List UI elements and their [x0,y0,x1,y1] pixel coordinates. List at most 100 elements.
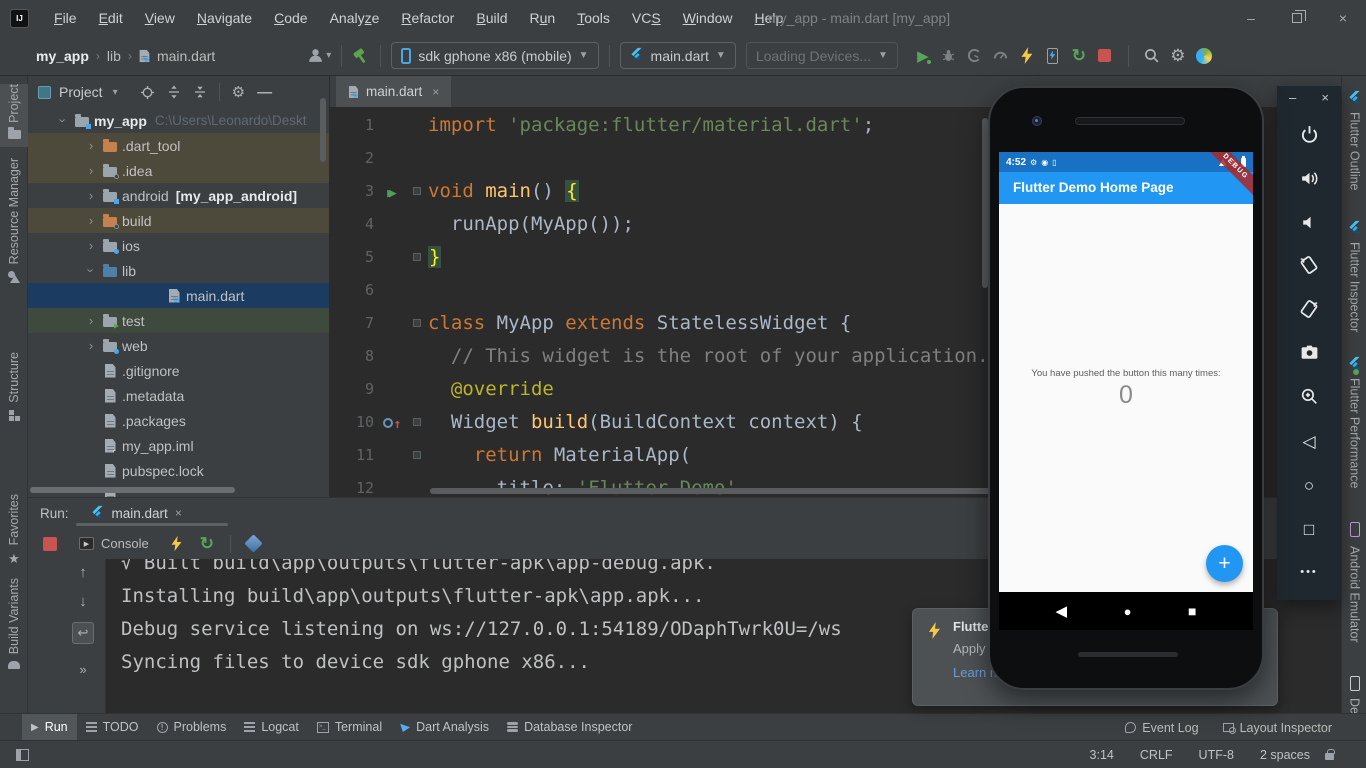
chevron-down-icon[interactable]: ▾ [113,87,118,98]
menu-view[interactable]: View [134,0,186,36]
menu-vcs[interactable]: VCS [621,0,672,36]
emulator-more-button[interactable]: ••• [1277,566,1341,578]
tree-item-web[interactable]: ›web [28,333,329,358]
home-icon[interactable]: ● [1124,604,1132,619]
stop-icon[interactable] [43,537,57,551]
fold-marker-icon[interactable] [413,451,421,459]
breadcrumb-file[interactable]: main.dart [157,48,215,64]
stripe-tab-flutter-outline[interactable]: Flutter Outline [1342,112,1366,191]
restore-button[interactable] [1274,0,1320,36]
toolwindow-tab-problems[interactable]: !Problems [148,714,236,741]
flutter-hot-reload-button[interactable] [1014,43,1040,69]
close-icon[interactable]: × [432,85,439,99]
overview-icon[interactable]: ■ [1188,603,1196,619]
stop-button[interactable] [1092,43,1118,69]
expand-arrow-icon[interactable]: › [82,163,100,178]
layout-inspector[interactable]: Layout Inspector [1223,721,1332,735]
expand-arrow-icon[interactable]: › [56,112,71,130]
status-item-encoding[interactable]: UTF-8 [1199,748,1234,762]
menu-build[interactable]: Build [465,0,518,36]
console-tab[interactable]: ▶ Console [79,536,149,551]
fold-marker-icon[interactable] [413,187,421,195]
toolwindow-toggle-icon[interactable] [16,749,29,761]
fold-marker-icon[interactable] [413,253,421,261]
phone-screen[interactable]: 4:52 ⚙ ◉ ▯ Flutter Demo Home Page DEBUG … [999,152,1253,630]
emulator-volume-down-button[interactable] [1277,212,1341,236]
tree-item-.dart_tool[interactable]: ›.dart_tool [28,133,329,158]
toolwindow-tab-todo[interactable]: TODO [77,714,148,741]
tree-item-ios[interactable]: ›ios [28,233,329,258]
settings-button[interactable]: ⚙ [1165,43,1191,69]
expand-icons[interactable]: » [79,662,86,677]
scroll-down-icon[interactable]: ↓ [79,593,87,610]
menu-window[interactable]: Window [672,0,744,36]
emulator-power-button[interactable] [1277,124,1341,148]
rerun-button[interactable]: ↻ [1066,43,1092,69]
tree-item-.idea[interactable]: ›.idea [28,158,329,183]
toolwindow-tab-dart-analysis[interactable]: Dart Analysis [391,714,498,741]
flutter-devtools-button[interactable] [1191,43,1217,69]
stripe-tab-android-emulator[interactable]: Android Emulator [1342,546,1366,643]
emulator-home-button[interactable]: ○ [1277,476,1341,496]
expand-arrow-icon[interactable]: › [82,213,100,228]
hide-panel-icon[interactable]: — [257,84,272,101]
soft-wrap-icon[interactable]: ↩ [72,622,94,644]
hot-restart-icon[interactable]: ↻ [200,534,214,554]
tree-item-my_app.iml[interactable]: my_app.iml [28,433,329,458]
run-button[interactable]: ▶ [910,43,936,69]
tree-item-main.dart[interactable]: main.dart [28,283,329,308]
stripe-tab-flutter-inspector[interactable]: Flutter Inspector [1342,242,1366,332]
emulator-volume-up-button[interactable] [1277,168,1341,192]
run-config-selector[interactable]: main.dart ▼ [620,42,736,69]
close-icon[interactable]: × [175,506,182,520]
expand-arrow-icon[interactable]: › [82,313,100,328]
stripe-tab-de[interactable]: De [1342,698,1366,714]
vcs-user-widget[interactable]: ▾ [307,47,331,64]
stripe-tab-favorites[interactable]: Favorites★ [0,494,28,567]
scroll-up-icon[interactable]: ↑ [79,564,87,581]
open-devtools-icon[interactable] [244,534,262,552]
tree-item-test[interactable]: ›test [28,308,329,333]
select-opened-file-icon[interactable] [140,85,155,100]
tree-item-build[interactable]: ›build [28,208,329,233]
debug-button[interactable] [936,43,962,69]
menu-refactor[interactable]: Refactor [390,0,465,36]
menu-run[interactable]: Run [519,0,567,36]
close-button[interactable]: × [1320,0,1366,36]
breadcrumb-project[interactable]: my_app [36,48,89,64]
override-gutter-icon[interactable]: ↑ [383,411,402,433]
fold-marker-icon[interactable] [413,319,421,327]
emulator-zoom-button[interactable] [1277,386,1341,410]
project-horizontal-scrollbar[interactable] [30,487,235,493]
breadcrumb-lib[interactable]: lib [107,48,121,64]
tree-item-lib[interactable]: ›lib [28,258,329,283]
menu-edit[interactable]: Edit [88,0,134,36]
expand-arrow-icon[interactable]: › [82,238,100,253]
tree-item-android[interactable]: ›android[my_app_android] [28,183,329,208]
stripe-tab-project[interactable]: Project [0,84,28,147]
hot-reload-icon[interactable] [171,536,181,551]
emulator-overview-button[interactable]: □ [1277,520,1341,540]
project-vertical-scrollbar[interactable] [320,98,326,162]
expand-all-icon[interactable] [167,85,181,99]
run-tab-main-dart[interactable]: main.dart × [91,505,182,522]
expand-arrow-icon[interactable]: › [82,188,100,203]
collapse-all-icon[interactable] [193,85,207,99]
emulator-screenshot-button[interactable] [1277,342,1341,366]
expand-arrow-icon[interactable]: › [82,338,100,353]
menu-tools[interactable]: Tools [566,0,621,36]
status-item-line-ending[interactable]: CRLF [1140,748,1173,762]
build-hammer-icon[interactable] [352,47,370,65]
minimize-button[interactable]: – [1228,0,1274,36]
menu-file[interactable]: File [43,0,88,36]
tree-item-my_app[interactable]: ›my_appC:\Users\Leonardo\Deskt [28,108,329,133]
flutter-hot-restart-button[interactable] [1040,43,1066,69]
tree-item-.packages[interactable]: .packages [28,408,329,433]
back-icon[interactable]: ◀ [1056,602,1068,620]
attach-profiler-button[interactable] [988,43,1014,69]
device-selector[interactable]: sdk gphone x86 (mobile) ▼ [391,42,598,69]
emulator-close-button[interactable]: × [1321,90,1329,105]
run-gutter-icon[interactable]: ▶▶ [387,186,397,201]
menu-analyze[interactable]: Analyze [319,0,391,36]
gear-icon[interactable]: ⚙ [232,83,245,101]
